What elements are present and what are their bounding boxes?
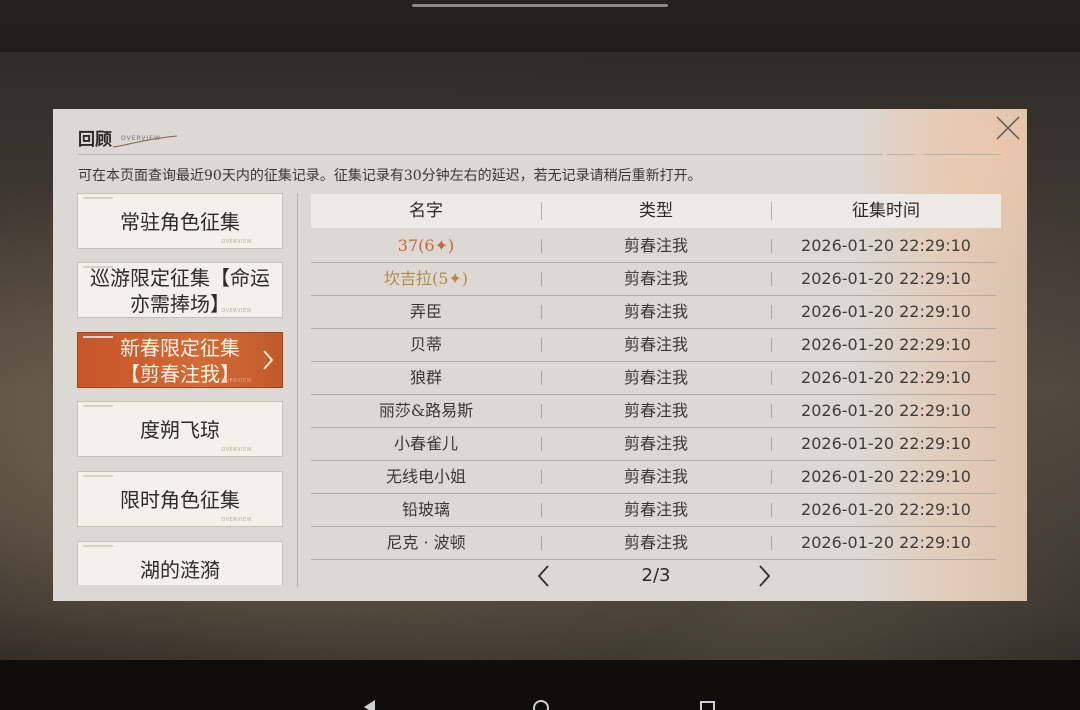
category-item[interactable]: 限时角色征集 OVERVIEW — [77, 471, 283, 527]
cell-time: 2026-01-20 22:29:10 — [801, 335, 971, 354]
cell-name: 坎吉拉(5✦) — [383, 269, 469, 288]
chevron-right-icon — [759, 565, 771, 587]
overview-panel: 回顾 OVERVIEW 可在本页面查询最近90天内的征集记录。征集记录有30分钟… — [53, 109, 1027, 601]
cell-time: 2026-01-20 22:29:10 — [801, 269, 971, 288]
cell-time: 2026-01-20 22:29:10 — [801, 500, 971, 519]
cell-name: 小春雀儿 — [393, 434, 458, 453]
pagination: 2/3 — [311, 561, 1001, 591]
category-label: 度朔飞琼 — [140, 418, 220, 442]
chevron-right-icon — [263, 350, 274, 370]
category-overview-tag: OVERVIEW — [221, 517, 252, 523]
cell-time: 2026-01-20 22:29:10 — [801, 368, 971, 387]
category-item[interactable]: 巡游限定征集【命运 亦需捧场】 OVERVIEW — [77, 262, 283, 318]
table-row: 小春雀儿 剪春注我 2026-01-20 22:29:10 — [311, 428, 996, 461]
header-name: 名字 — [409, 201, 443, 221]
table-row: 狼群 剪春注我 2026-01-20 22:29:10 — [311, 362, 996, 395]
category-item[interactable]: 度朔飞琼 OVERVIEW — [77, 401, 283, 457]
nav-back-button[interactable] — [364, 700, 375, 710]
category-item[interactable]: 湖的涟漪OVERVIEW — [77, 541, 283, 585]
gesture-pill — [412, 4, 668, 7]
category-overview-tag: OVERVIEW — [221, 239, 252, 245]
category-label: 常驻角色征集 — [120, 210, 240, 234]
nav-home-button[interactable] — [533, 700, 549, 710]
cell-name: 铅玻璃 — [401, 500, 450, 519]
cell-name: 无线电小姐 — [385, 467, 466, 486]
cell-name: 狼群 — [409, 368, 442, 387]
category-overview-tag: OVERVIEW — [221, 378, 252, 384]
nav-recents-button[interactable] — [700, 701, 715, 710]
category-overview-tag: OVERVIEW — [221, 308, 252, 314]
cell-type: 剪春注我 — [623, 434, 688, 453]
close-icon — [996, 116, 1020, 140]
cell-type: 剪春注我 — [623, 467, 688, 486]
table-row: 37(6✦) 剪春注我 2026-01-20 22:29:10 — [311, 230, 996, 263]
prev-page-button[interactable] — [536, 564, 552, 588]
table-row: 弄臣 剪春注我 2026-01-20 22:29:10 — [311, 296, 996, 329]
cell-name: 37(6✦) — [397, 236, 455, 255]
category-list: 常驻角色征集 OVERVIEW 巡游限定征集【命运 亦需捧场】 OVERVIEW 新春限… — [77, 193, 289, 585]
top-bar — [0, 0, 1080, 52]
header-type: 类型 — [639, 201, 673, 221]
cell-name: 尼克 · 波顿 — [386, 533, 466, 552]
category-label: 限时角色征集 — [120, 488, 240, 512]
panel-subtitle: OVERVIEW — [121, 135, 161, 142]
cell-name: 贝蒂 — [409, 335, 442, 354]
cell-name: 丽莎&路易斯 — [378, 401, 474, 420]
cell-time: 2026-01-20 22:29:10 — [801, 401, 971, 420]
cell-type: 剪春注我 — [623, 335, 688, 354]
app-screen: 回顾 OVERVIEW 可在本页面查询最近90天内的征集记录。征集记录有30分钟… — [0, 0, 1080, 710]
table-row: 尼克 · 波顿 剪春注我 2026-01-20 22:29:10 — [311, 527, 996, 560]
cell-time: 2026-01-20 22:29:10 — [801, 434, 971, 453]
close-button[interactable] — [993, 113, 1023, 143]
cell-name: 弄臣 — [409, 302, 442, 321]
next-page-button[interactable] — [756, 564, 772, 588]
table-row: 贝蒂 剪春注我 2026-01-20 22:29:10 — [311, 329, 996, 362]
page-indicator: 2/3 — [641, 565, 671, 586]
table-row: 无线电小姐 剪春注我 2026-01-20 22:29:10 — [311, 461, 996, 494]
cell-type: 剪春注我 — [623, 401, 688, 420]
cell-type: 剪春注我 — [623, 269, 688, 288]
table-row: 铅玻璃 剪春注我 2026-01-20 22:29:10 — [311, 494, 996, 527]
chevron-left-icon — [537, 565, 549, 587]
cell-time: 2026-01-20 22:29:10 — [801, 467, 971, 486]
category-divider — [297, 193, 298, 587]
table-header: 名字 类型 征集时间 — [311, 194, 1001, 228]
cell-time: 2026-01-20 22:29:10 — [801, 302, 971, 321]
category-label: 湖的涟漪 — [140, 558, 220, 582]
cell-type: 剪春注我 — [623, 236, 688, 255]
category-overview-tag: OVERVIEW — [221, 447, 252, 453]
panel-title: 回顾 — [78, 130, 112, 150]
table-row: 坎吉拉(5✦) 剪春注我 2026-01-20 22:29:10 — [311, 263, 996, 296]
table-row: 丽莎&路易斯 剪春注我 2026-01-20 22:29:10 — [311, 395, 996, 428]
cell-time: 2026-01-20 22:29:10 — [801, 533, 971, 552]
notice-text: 可在本页面查询最近90天内的征集记录。征集记录有30分钟左右的延迟，若无记录请稍… — [78, 168, 702, 184]
category-item[interactable]: 常驻角色征集 OVERVIEW — [77, 193, 283, 249]
category-item[interactable]: 新春限定征集 【剪春注我】 OVERVIEW — [77, 332, 283, 388]
header-time: 征集时间 — [852, 201, 920, 221]
cell-type: 剪春注我 — [623, 533, 688, 552]
cell-time: 2026-01-20 22:29:10 — [801, 236, 971, 255]
title-divider — [78, 154, 883, 155]
cell-type: 剪春注我 — [623, 302, 688, 321]
cell-type: 剪春注我 — [623, 500, 688, 519]
cell-type: 剪春注我 — [623, 368, 688, 387]
